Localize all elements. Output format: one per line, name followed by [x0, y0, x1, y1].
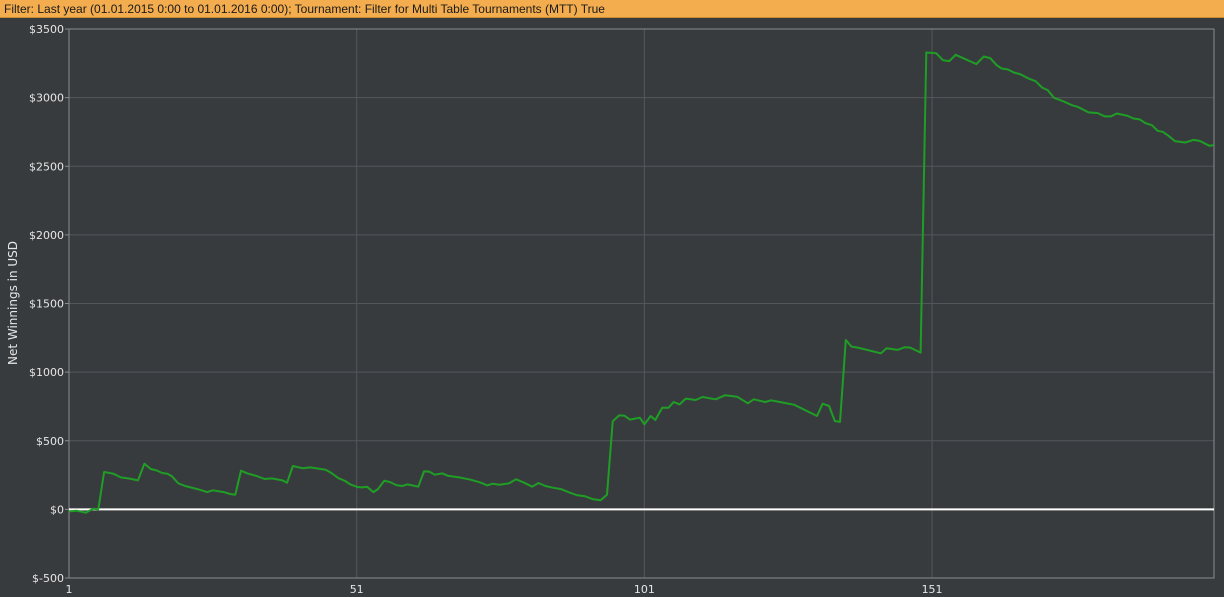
- y-tick-label: $0: [50, 503, 64, 516]
- y-tick-label: $-500: [32, 572, 64, 585]
- x-tick-label: 51: [350, 583, 364, 596]
- x-tick-labels: 1 51 101 151: [66, 583, 943, 596]
- x-tick-label: 151: [922, 583, 943, 596]
- y-tick-label: $3000: [29, 92, 64, 105]
- net-winnings-chart: $-500 $0 $500 $1000 $1500 $2000 $2500 $3000 $350…: [6, 23, 1215, 596]
- net-winnings-line: [68, 51, 1215, 514]
- x-tick-label: 101: [634, 583, 655, 596]
- series-group: [68, 51, 1215, 514]
- y-tick-label: $3500: [29, 23, 64, 36]
- x-tick-label: 1: [66, 583, 73, 596]
- grid: [65, 28, 1214, 579]
- y-tick-label: $2000: [29, 229, 64, 242]
- y-tick-label: $1000: [29, 366, 64, 379]
- y-tick-label: $2500: [29, 160, 64, 173]
- y-tick-label: $1500: [29, 298, 64, 311]
- y-tick-labels: $-500 $0 $500 $1000 $1500 $2000 $2500 $3000 $350…: [29, 23, 64, 585]
- y-tick-label: $500: [36, 435, 64, 448]
- y-axis-title: Net Winnings in USD: [6, 241, 20, 365]
